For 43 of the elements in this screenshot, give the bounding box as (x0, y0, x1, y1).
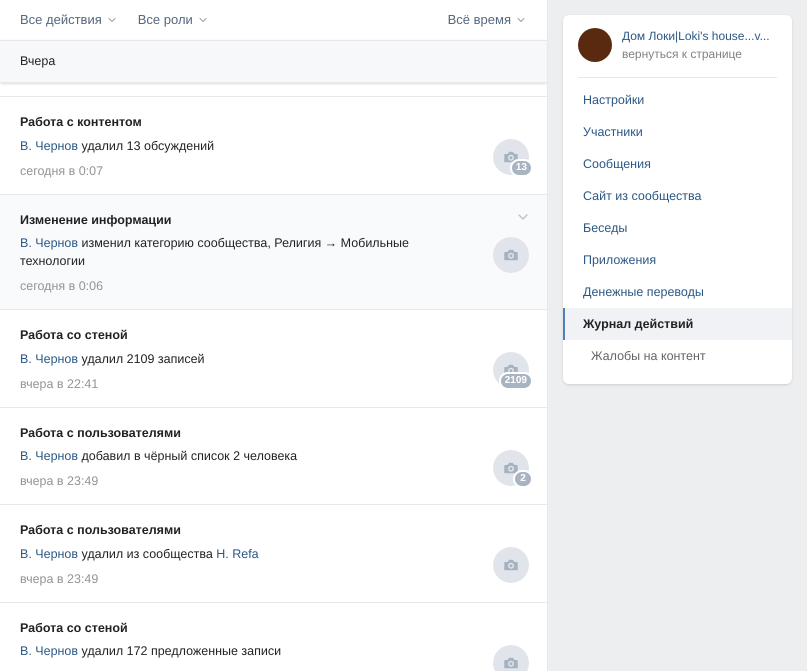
user-link[interactable]: В. Чернов (20, 644, 78, 658)
entry-title: Работа со стеной (20, 327, 129, 344)
entry-description: В. Чернов удалил 172 предложенные записи (20, 643, 282, 660)
filter-dropdown[interactable]: Всё время (448, 10, 527, 30)
count-badge: 13 (510, 159, 533, 177)
entry-title: Изменение информации (20, 212, 172, 229)
filter-dropdown[interactable]: Все роли (138, 10, 209, 30)
entry-description: В. Чернов удалил 2109 записей (20, 350, 205, 368)
sidebar-item[interactable]: Жалобы на контент (563, 340, 792, 372)
user-link[interactable]: В. Чернов (20, 352, 78, 366)
entry-description: В. Чернов удалил 13 обсуждений (20, 138, 214, 155)
sidebar-item[interactable]: Участники (563, 116, 792, 148)
back-link[interactable]: вернуться к странице (622, 45, 770, 63)
user-link[interactable]: В. Чернов (20, 449, 78, 464)
user-link[interactable]: В. Чернов (20, 138, 78, 153)
community-name[interactable]: Дом Локи|Loki's house...v... (622, 27, 770, 45)
avatar (578, 28, 612, 62)
entry-title: Работа с пользователями (20, 424, 182, 442)
user-link[interactable]: В. Чернов (20, 236, 78, 250)
count-badge: 2109 (498, 372, 533, 390)
sidebar-item[interactable]: Приложения (563, 244, 792, 276)
count-badge: 2 (513, 470, 533, 488)
sidebar-item[interactable]: Денежные переводы (563, 276, 792, 308)
sidebar-item[interactable]: Беседы (563, 212, 792, 244)
entry-time: вчера в 23:49 (20, 473, 100, 490)
user-link[interactable]: В. Чернов (20, 546, 78, 561)
entry-title: Работа со стеной (20, 620, 129, 636)
filter-dropdown[interactable]: Все действия (20, 10, 118, 30)
entry-time: вчера в 22:41 (20, 376, 100, 393)
entry-title: Работа с контентом (20, 114, 143, 131)
sidebar-item[interactable]: Сообщения (563, 148, 792, 180)
user-link[interactable]: Н. Refa (216, 546, 259, 561)
sidebar-item[interactable]: Настройки (563, 84, 792, 116)
entry-time: сегодня в 0:06 (20, 278, 104, 296)
sidebar-item[interactable]: Журнал действий (563, 308, 792, 340)
entry-time: вчера в 23:49 (20, 570, 100, 588)
entry-description: В. Чернов изменил категорию сообщества, Религия → Мобильные технологии (20, 235, 410, 270)
day-header: Вчера (0, 40, 547, 83)
entry-description: В. Чернов удалил из сообщества Н. Refa (20, 546, 259, 563)
entry-time: сегодня в 0:07 (20, 162, 104, 180)
entry-title: Работа с пользователями (20, 522, 182, 539)
sidebar-item[interactable]: Сайт из сообщества (563, 180, 792, 212)
entry-description: В. Чернов добавил в чёрный список 2 человека (20, 448, 298, 466)
